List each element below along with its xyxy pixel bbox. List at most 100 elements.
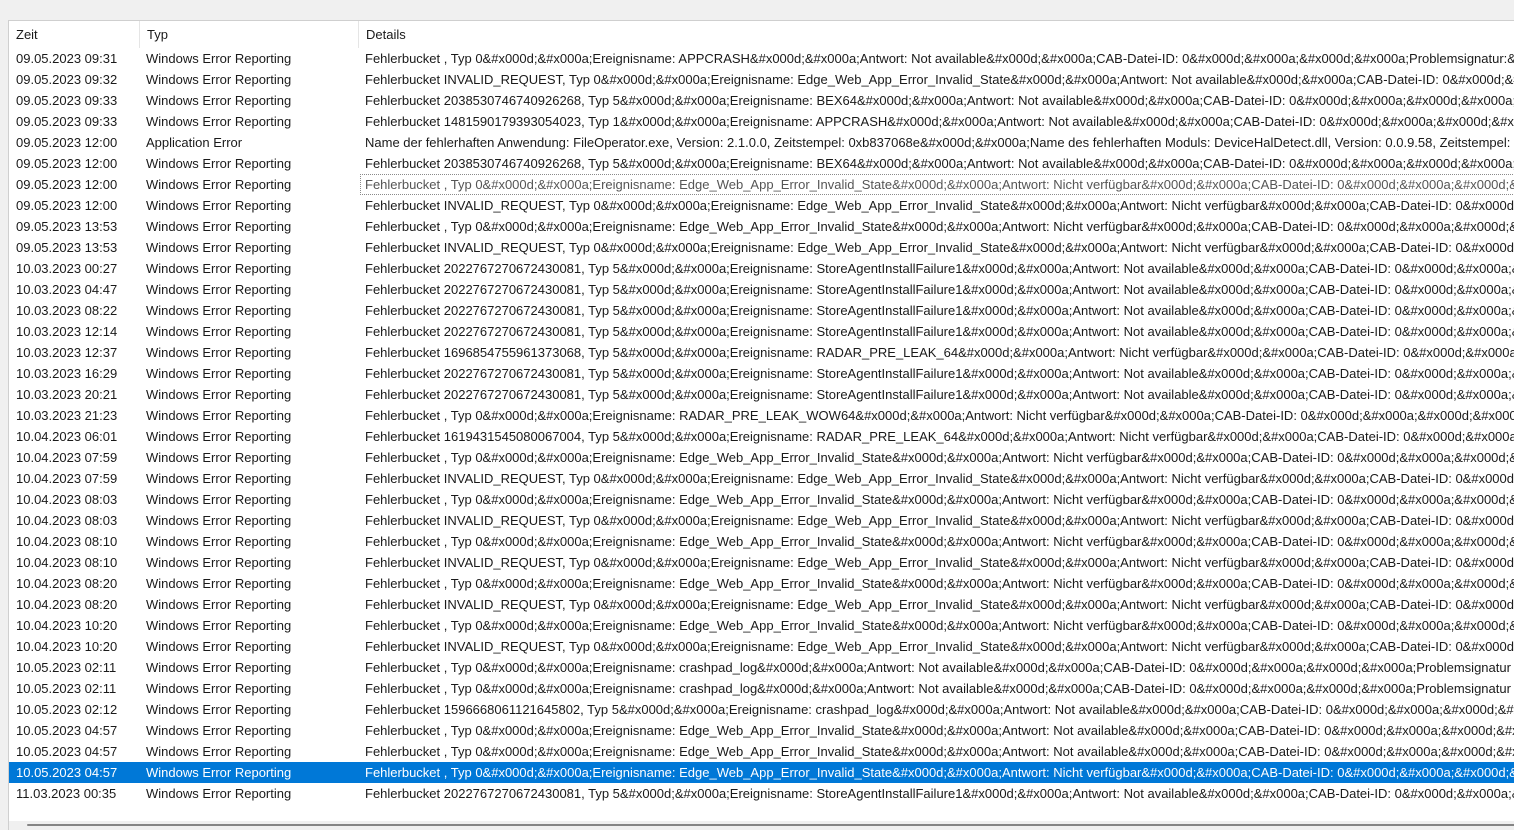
left-splitter[interactable] [0,20,9,830]
cell-typ: Windows Error Reporting [146,387,292,402]
cell-zeit: 10.04.2023 10:20 [16,639,118,654]
cell-typ: Windows Error Reporting [146,702,292,717]
cell-details: Fehlerbucket INVALID_REQUEST, Typ 0&#x00… [365,240,1514,255]
cell-details: Fehlerbucket , Typ 0&#x000d;&#x000a;Erei… [365,744,1514,759]
cell-zeit: 10.04.2023 08:03 [16,492,118,507]
table-row[interactable]: 10.04.2023 08:03 Windows Error Reporting F… [9,510,1514,531]
table-row[interactable]: 09.05.2023 13:53 Windows Error Reporting F… [9,216,1514,237]
column-header-typ[interactable]: Typ [140,21,359,48]
table-row[interactable]: 10.04.2023 08:20 Windows Error Reporting F… [9,573,1514,594]
table-row[interactable]: 11.03.2023 00:35 Windows Error Reporting F… [9,783,1514,804]
cell-details: Fehlerbucket , Typ 0&#x000d;&#x000a;Erei… [365,408,1514,423]
table-row[interactable]: 10.04.2023 07:59 Windows Error Reporting F… [9,468,1514,489]
cell-details: Fehlerbucket , Typ 0&#x000d;&#x000a;Erei… [365,219,1514,234]
cell-typ: Windows Error Reporting [146,534,292,549]
cell-zeit: 09.05.2023 12:00 [16,177,118,192]
cell-typ: Windows Error Reporting [146,555,292,570]
table-row[interactable]: 10.03.2023 21:23 Windows Error Reporting F… [9,405,1514,426]
event-list-window: Zeit Typ Details 09.05.2023 09:31 Windows… [0,0,1514,830]
column-header-zeit[interactable]: Zeit [9,21,140,48]
cell-zeit: 10.03.2023 20:21 [16,387,118,402]
cell-zeit: 09.05.2023 13:53 [16,240,118,255]
cell-typ: Windows Error Reporting [146,492,292,507]
cell-zeit: 10.03.2023 21:23 [16,408,118,423]
table-row[interactable]: 09.05.2023 12:00 Application Error Name de… [9,132,1514,153]
cell-details: Fehlerbucket , Typ 0&#x000d;&#x000a;Erei… [365,450,1514,465]
table-row[interactable]: 09.05.2023 09:32 Windows Error Reporting F… [9,69,1514,90]
cell-typ: Application Error [146,135,243,150]
table-row[interactable]: 10.04.2023 08:10 Windows Error Reporting F… [9,552,1514,573]
cell-typ: Windows Error Reporting [146,156,292,171]
cell-zeit: 09.05.2023 09:31 [16,51,118,66]
cell-details: Fehlerbucket 2038530746740926268, Typ 5&… [365,93,1514,108]
cell-details: Fehlerbucket , Typ 0&#x000d;&#x000a;Erei… [365,660,1511,675]
table-row[interactable]: 09.05.2023 12:00 Windows Error Reporting F… [9,153,1514,174]
cell-typ: Windows Error Reporting [146,198,292,213]
cell-zeit: 10.03.2023 00:27 [16,261,118,276]
horizontal-scrollbar-thumb[interactable] [27,824,1514,826]
table-row[interactable]: 09.05.2023 09:33 Windows Error Reporting F… [9,111,1514,132]
table-row[interactable]: 10.03.2023 16:29 Windows Error Reporting F… [9,363,1514,384]
table-row[interactable]: 09.05.2023 12:00 Windows Error Reporting F… [9,174,1514,195]
cell-details: Fehlerbucket , Typ 0&#x000d;&#x000a;Erei… [365,576,1514,591]
cell-typ: Windows Error Reporting [146,93,292,108]
cell-typ: Windows Error Reporting [146,219,292,234]
cell-details: Fehlerbucket 1696854755961373068, Typ 5&… [365,345,1514,360]
table-row[interactable]: 10.05.2023 02:12 Windows Error Reporting F… [9,699,1514,720]
cell-details: Fehlerbucket 2022767270672430081, Typ 5&… [365,786,1514,801]
table-row[interactable]: 10.04.2023 08:03 Windows Error Reporting F… [9,489,1514,510]
cell-details: Fehlerbucket 1481590179393054023, Typ 1&… [365,114,1514,129]
table-row[interactable]: 09.05.2023 09:31 Windows Error Reporting F… [9,48,1514,69]
cell-details: Name der fehlerhaften Anwendung: FileOpe… [365,135,1514,150]
cell-typ: Windows Error Reporting [146,408,292,423]
cell-zeit: 10.05.2023 02:11 [16,660,117,675]
table-row[interactable]: 10.04.2023 08:10 Windows Error Reporting F… [9,531,1514,552]
cell-zeit: 10.05.2023 04:57 [16,765,118,780]
cell-zeit: 10.03.2023 16:29 [16,366,118,381]
cell-details: Fehlerbucket INVALID_REQUEST, Typ 0&#x00… [365,513,1514,528]
table-row[interactable]: 10.03.2023 04:47 Windows Error Reporting F… [9,279,1514,300]
table-row[interactable]: 10.04.2023 08:20 Windows Error Reporting F… [9,594,1514,615]
cell-typ: Windows Error Reporting [146,72,292,87]
table-row[interactable]: 10.03.2023 20:21 Windows Error Reporting F… [9,384,1514,405]
table-row[interactable]: 10.03.2023 00:27 Windows Error Reporting F… [9,258,1514,279]
event-list-view[interactable]: Zeit Typ Details 09.05.2023 09:31 Windows… [9,21,1514,821]
cell-typ: Windows Error Reporting [146,681,292,696]
table-row[interactable]: 09.05.2023 13:53 Windows Error Reporting F… [9,237,1514,258]
cell-zeit: 10.05.2023 04:57 [16,723,118,738]
cell-zeit: 10.04.2023 08:20 [16,576,118,591]
cell-zeit: 11.03.2023 00:35 [16,786,117,801]
table-row[interactable]: 10.04.2023 06:01 Windows Error Reporting F… [9,426,1514,447]
cell-zeit: 10.03.2023 08:22 [16,303,118,318]
cell-typ: Windows Error Reporting [146,471,292,486]
cell-zeit: 10.04.2023 08:10 [16,555,118,570]
cell-details: Fehlerbucket INVALID_REQUEST, Typ 0&#x00… [365,471,1514,486]
cell-details: Fehlerbucket , Typ 0&#x000d;&#x000a;Erei… [365,618,1514,633]
cell-details: Fehlerbucket , Typ 0&#x000d;&#x000a;Erei… [365,765,1514,780]
table-row[interactable]: 10.03.2023 12:14 Windows Error Reporting F… [9,321,1514,342]
table-row[interactable]: 10.05.2023 02:11 Windows Error Reporting F… [9,678,1514,699]
cell-details: Fehlerbucket 2022767270672430081, Typ 5&… [365,324,1514,339]
table-row[interactable]: 10.03.2023 12:37 Windows Error Reporting F… [9,342,1514,363]
cell-typ: Windows Error Reporting [146,366,292,381]
cell-details: Fehlerbucket 2022767270672430081, Typ 5&… [365,366,1514,381]
table-row[interactable]: 09.05.2023 09:33 Windows Error Reporting F… [9,90,1514,111]
cell-details: Fehlerbucket 2022767270672430081, Typ 5&… [365,282,1514,297]
horizontal-scrollbar[interactable] [9,821,1514,830]
table-row[interactable]: 10.05.2023 04:57 Windows Error Reporting F… [9,762,1514,783]
table-row[interactable]: 10.04.2023 07:59 Windows Error Reporting F… [9,447,1514,468]
top-toolbar-strip [0,0,1514,21]
column-header-details[interactable]: Details [359,21,1514,48]
table-row[interactable]: 10.05.2023 04:57 Windows Error Reporting F… [9,741,1514,762]
table-row[interactable]: 09.05.2023 12:00 Windows Error Reporting F… [9,195,1514,216]
table-row[interactable]: 10.04.2023 10:20 Windows Error Reporting F… [9,636,1514,657]
cell-details: Fehlerbucket 2022767270672430081, Typ 5&… [365,261,1514,276]
cell-typ: Windows Error Reporting [146,345,292,360]
table-row[interactable]: 10.03.2023 08:22 Windows Error Reporting F… [9,300,1514,321]
cell-details: Fehlerbucket , Typ 0&#x000d;&#x000a;Erei… [365,51,1514,66]
cell-zeit: 09.05.2023 12:00 [16,198,118,213]
cell-details: Fehlerbucket , Typ 0&#x000d;&#x000a;Erei… [365,723,1514,738]
table-row[interactable]: 10.05.2023 02:11 Windows Error Reporting F… [9,657,1514,678]
table-row[interactable]: 10.05.2023 04:57 Windows Error Reporting F… [9,720,1514,741]
table-row[interactable]: 10.04.2023 10:20 Windows Error Reporting F… [9,615,1514,636]
